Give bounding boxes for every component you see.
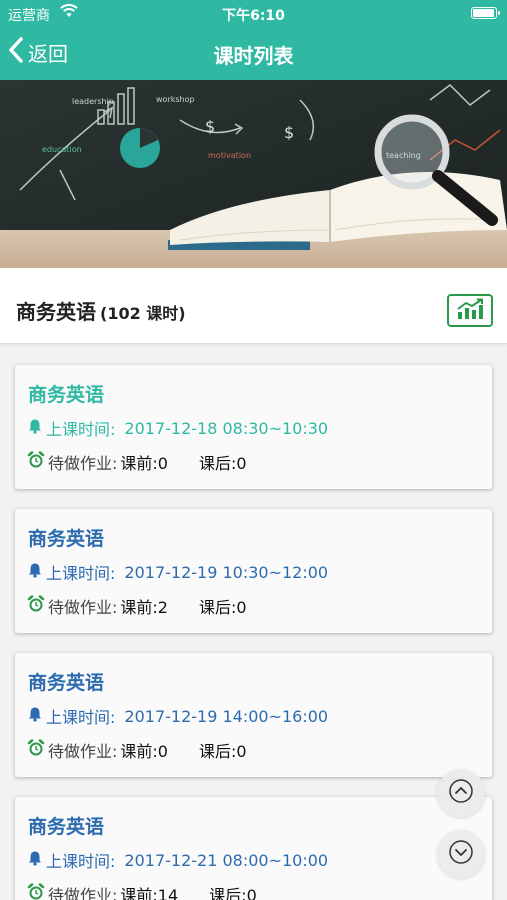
battery-fill [473, 9, 494, 17]
homework-before: 课前:0 [120, 742, 168, 761]
homework-after: 课后:0 [198, 454, 247, 473]
banner-image: leadership workshop education motivation… [0, 80, 507, 268]
banner-text-workshop: workshop [156, 95, 195, 104]
lesson-time-row: 上课时间: 2017-12-21 08:00~10:00 [27, 848, 328, 872]
time-value: 2017-12-19 10:30~12:00 [124, 562, 329, 582]
homework-after: 课后:0 [209, 886, 257, 900]
lesson-card[interactable]: 商务英语 上课时间: 2017-12-21 08:00~10:00 待做作业: … [15, 797, 492, 900]
lesson-name: 商务英语 [28, 528, 105, 550]
lesson-name: 商务英语 [28, 816, 105, 838]
time-label: 上课时间: [46, 708, 116, 727]
status-time: 下午6:10 [222, 8, 285, 24]
homework-label: 待做作业: [48, 886, 118, 900]
alarm-clock-icon [27, 739, 45, 761]
time-label: 上课时间: [46, 420, 116, 439]
homework-row: 待做作业: 课前:14 课后:0 [27, 882, 257, 900]
time-value: 2017-12-21 08:00~10:00 [124, 850, 329, 870]
alarm-clock-icon [27, 595, 45, 617]
homework-row: 待做作业: 课前:0 课后:0 [27, 738, 247, 762]
scroll-down-button[interactable] [437, 830, 485, 878]
lesson-time-row: 上课时间: 2017-12-18 08:30~10:30 [27, 416, 328, 440]
time-label: 上课时间: [46, 852, 116, 871]
course-hours: (102 课时) [100, 304, 186, 323]
lesson-card[interactable]: 商务英语 上课时间: 2017-12-19 10:30~12:00 待做作业: … [15, 509, 492, 633]
svg-text:$: $ [205, 117, 215, 136]
homework-before: 课前:14 [120, 886, 179, 900]
homework-before: 课前:2 [120, 598, 168, 617]
time-value: 2017-12-18 08:30~10:30 [124, 418, 329, 438]
lesson-name: 商务英语 [28, 384, 105, 406]
nav-bar: 返回 课时列表 [0, 26, 507, 80]
page-title: 课时列表 [213, 44, 294, 68]
homework-after: 课后:0 [198, 742, 247, 761]
homework-row: 待做作业: 课前:2 课后:0 [27, 594, 247, 618]
svg-text:$: $ [284, 123, 294, 142]
chevron-down-icon [448, 839, 474, 869]
lesson-card[interactable]: 商务英语 上课时间: 2017-12-18 08:30~10:30 待做作业: … [15, 365, 492, 489]
chart-growth-icon [455, 298, 485, 324]
time-value: 2017-12-19 14:00~16:00 [124, 706, 329, 726]
homework-label: 待做作业: [48, 454, 118, 473]
status-bar: 运营商 下午6:10 [0, 0, 507, 26]
scroll-up-button[interactable] [437, 769, 485, 817]
homework-label: 待做作业: [48, 742, 118, 761]
homework-row: 待做作业: 课前:0 课后:0 [27, 450, 247, 474]
banner-text-motivation: motivation [208, 151, 251, 160]
battery-icon [471, 7, 500, 19]
bell-icon [27, 850, 43, 870]
lesson-time-row: 上课时间: 2017-12-19 10:30~12:00 [27, 560, 328, 584]
banner-text-leadership: leadership [72, 97, 114, 106]
stats-button[interactable] [447, 294, 493, 327]
alarm-clock-icon [27, 883, 45, 900]
lesson-name: 商务英语 [28, 672, 105, 694]
course-name: 商务英语 [16, 300, 96, 324]
bell-icon [27, 562, 43, 582]
lesson-time-row: 上课时间: 2017-12-19 14:00~16:00 [27, 704, 328, 728]
course-title: 商务英语 (102 课时) [16, 296, 186, 325]
homework-before: 课前:0 [120, 454, 168, 473]
lesson-list[interactable]: 商务英语 上课时间: 2017-12-18 08:30~10:30 待做作业: … [0, 345, 507, 900]
time-label: 上课时间: [46, 564, 116, 583]
banner-text-education: education [42, 145, 82, 154]
alarm-clock-icon [27, 451, 45, 473]
bell-icon [27, 418, 43, 438]
course-header: 商务英语 (102 课时) [0, 268, 507, 344]
homework-label: 待做作业: [48, 598, 118, 617]
bell-icon [27, 706, 43, 726]
homework-after: 课后:0 [198, 598, 247, 617]
lesson-card[interactable]: 商务英语 上课时间: 2017-12-19 14:00~16:00 待做作业: … [15, 653, 492, 777]
chevron-up-icon [448, 778, 474, 808]
